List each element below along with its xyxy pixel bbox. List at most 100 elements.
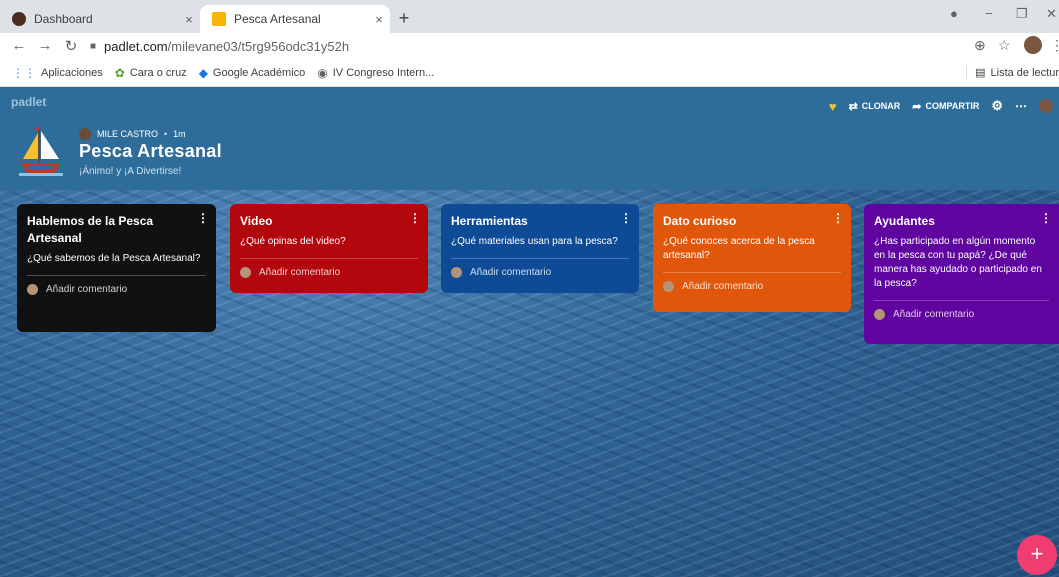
reload-icon[interactable]: ↻ — [62, 37, 80, 55]
leaf-icon: ✿ — [114, 66, 125, 80]
column-card-herramientas[interactable]: ⋮ Herramientas ¿Qué materiales usan para… — [441, 204, 639, 293]
reading-list[interactable]: ▤ Lista de lectur — [966, 66, 1059, 79]
add-comment-label: Añadir comentario — [46, 283, 128, 295]
settings-gear-icon[interactable]: ⚙ — [991, 98, 1003, 114]
card-body: ¿Qué opinas del video? — [240, 236, 346, 247]
share-label: COMPARTIR — [925, 101, 980, 111]
add-comment-button[interactable]: Añadir comentario — [240, 259, 418, 285]
add-comment-label: Añadir comentario — [470, 266, 552, 278]
address-bar[interactable]: ■ padlet.com/milevane03/t5rg956odc31y52h — [90, 35, 970, 58]
tab-title: Pesca Artesanal — [234, 12, 321, 26]
add-comment-label: Añadir comentario — [259, 266, 341, 278]
heart-icon[interactable]: ♥ — [829, 99, 837, 114]
card-menu-icon[interactable]: ⋮ — [1040, 211, 1052, 225]
post-time: 1m — [173, 129, 186, 139]
browser-tab-strip: Dashboard × Pesca Artesanal × + ● − ❐ ✕ — [0, 0, 1059, 33]
globe-icon: ◉ — [317, 66, 328, 80]
card-title: Herramientas — [451, 214, 528, 228]
card-title: Ayudantes — [874, 214, 935, 228]
apps-grid-icon: ⋮⋮ — [12, 66, 36, 80]
add-comment-button[interactable]: Añadir comentario — [451, 259, 629, 285]
reading-list-icon: ▤ — [966, 66, 986, 79]
card-title: Hablemos de la Pesca Artesanal — [27, 214, 154, 245]
bookmark-label: Google Académico — [212, 67, 306, 79]
card-menu-icon[interactable]: ⋮ — [620, 211, 632, 225]
restore-icon[interactable]: ❐ — [1016, 6, 1028, 22]
author-name: MILE CASTRO — [97, 129, 159, 139]
clone-label: CLONAR — [861, 101, 901, 111]
card-body: ¿Has participado en algún momento en la … — [874, 236, 1042, 289]
add-comment-button[interactable]: Añadir comentario — [874, 301, 1049, 327]
forward-icon[interactable]: → — [36, 37, 54, 54]
card-body: ¿Qué conoces acerca de la pesca artesana… — [663, 236, 815, 261]
card-menu-icon[interactable]: ⋮ — [409, 211, 421, 225]
commenter-avatar — [27, 283, 38, 295]
board-author: MILE CASTRO • 1m — [79, 128, 186, 140]
padlet-logo[interactable]: padlet — [11, 95, 46, 109]
clone-button[interactable]: ⇄ CLONAR — [849, 100, 901, 113]
column-card-video[interactable]: ⋮ Video ¿Qué opinas del video? Añadir co… — [230, 204, 428, 293]
board-header: padlet ♥ ⇄ CLONAR ➦ COMPARTIR ⚙ ⋯ MILE C… — [0, 87, 1059, 190]
clone-icon: ⇄ — [848, 100, 858, 113]
column-card-ayudantes[interactable]: ⋮ Ayudantes ¿Has participado en algún mo… — [864, 204, 1059, 344]
column-card-dato-curioso[interactable]: ⋮ Dato curioso ¿Qué conoces acerca de la… — [653, 204, 851, 312]
install-app-icon[interactable]: ⊕ — [974, 37, 986, 54]
close-tab-icon[interactable]: × — [178, 12, 200, 27]
browser-toolbar: ← → ↻ ■ padlet.com/milevane03/t5rg956odc… — [0, 33, 1059, 60]
close-tab-icon[interactable]: × — [368, 12, 390, 27]
card-body: ¿Qué materiales usan para la pesca? — [451, 236, 618, 247]
author-avatar — [79, 128, 91, 140]
commenter-avatar — [240, 266, 251, 278]
padlet-board: padlet ♥ ⇄ CLONAR ➦ COMPARTIR ⚙ ⋯ MILE C… — [0, 87, 1059, 577]
url-path: /milevane03/t5rg956odc31y52h — [167, 39, 350, 54]
separator-dot: • — [164, 129, 168, 139]
bookmark-apps[interactable]: ⋮⋮ Aplicaciones — [12, 66, 103, 80]
card-menu-icon[interactable]: ⋮ — [197, 211, 209, 225]
bookmark-star-icon[interactable]: ☆ — [998, 37, 1011, 54]
bookmark-label: Cara o cruz — [129, 67, 187, 79]
tab-title: Dashboard — [34, 12, 93, 26]
boat-favicon-icon — [212, 12, 226, 26]
reading-list-label: Lista de lectur — [990, 66, 1059, 79]
back-icon[interactable]: ← — [10, 37, 28, 54]
url-host: padlet.com — [104, 39, 168, 54]
profile-avatar[interactable] — [1024, 36, 1042, 54]
browser-tab-dashboard[interactable]: Dashboard × — [0, 5, 200, 33]
profile-dot-icon[interactable]: ● — [950, 6, 958, 21]
dashboard-favicon-icon — [12, 12, 26, 26]
add-comment-label: Añadir comentario — [682, 280, 764, 292]
bookmarks-bar: ⋮⋮ Aplicaciones ✿ Cara o cruz ◆ Google A… — [0, 60, 1059, 87]
sailboat-icon — [19, 127, 63, 176]
new-tab-button[interactable]: + — [393, 8, 415, 29]
add-comment-label: Añadir comentario — [893, 308, 975, 320]
minimize-icon[interactable]: − — [985, 6, 993, 21]
user-avatar[interactable] — [1039, 99, 1053, 113]
column-card-hablemos[interactable]: ⋮ Hablemos de la Pesca Artesanal ¿Qué sa… — [17, 204, 216, 332]
more-options-icon[interactable]: ⋯ — [1015, 99, 1027, 113]
bookmark-congreso[interactable]: ◉ IV Congreso Intern... — [317, 66, 434, 80]
board-title: Pesca Artesanal — [79, 141, 222, 161]
graduation-cap-icon: ◆ — [198, 66, 208, 80]
commenter-avatar — [663, 280, 674, 292]
commenter-avatar — [451, 266, 462, 278]
add-post-button[interactable]: + — [1017, 535, 1057, 575]
board-subtitle: ¡Ánimo! y ¡A Divertirse! — [79, 166, 182, 177]
card-title: Dato curioso — [663, 214, 737, 228]
card-menu-icon[interactable]: ⋮ — [832, 211, 844, 225]
bookmark-label: IV Congreso Intern... — [332, 67, 435, 79]
lock-icon: ■ — [90, 41, 97, 52]
bookmark-google-academico[interactable]: ◆ Google Académico — [199, 66, 306, 80]
browser-tab-pesca-artesanal[interactable]: Pesca Artesanal × — [200, 5, 390, 33]
header-actions: ♥ ⇄ CLONAR ➦ COMPARTIR ⚙ ⋯ — [817, 98, 1053, 114]
bookmark-label: Aplicaciones — [41, 67, 103, 79]
add-comment-button[interactable]: Añadir comentario — [663, 273, 841, 299]
close-window-icon[interactable]: ✕ — [1046, 6, 1057, 22]
card-body: ¿Qué sabemos de la Pesca Artesanal? — [27, 253, 201, 264]
share-arrow-icon: ➦ — [912, 100, 922, 113]
commenter-avatar — [874, 308, 885, 320]
bookmark-cara-o-cruz[interactable]: ✿ Cara o cruz — [115, 66, 187, 80]
card-title: Video — [240, 214, 273, 228]
add-comment-button[interactable]: Añadir comentario — [27, 276, 206, 302]
chrome-menu-icon[interactable]: ⋮ — [1050, 37, 1059, 54]
share-button[interactable]: ➦ COMPARTIR — [912, 100, 979, 113]
